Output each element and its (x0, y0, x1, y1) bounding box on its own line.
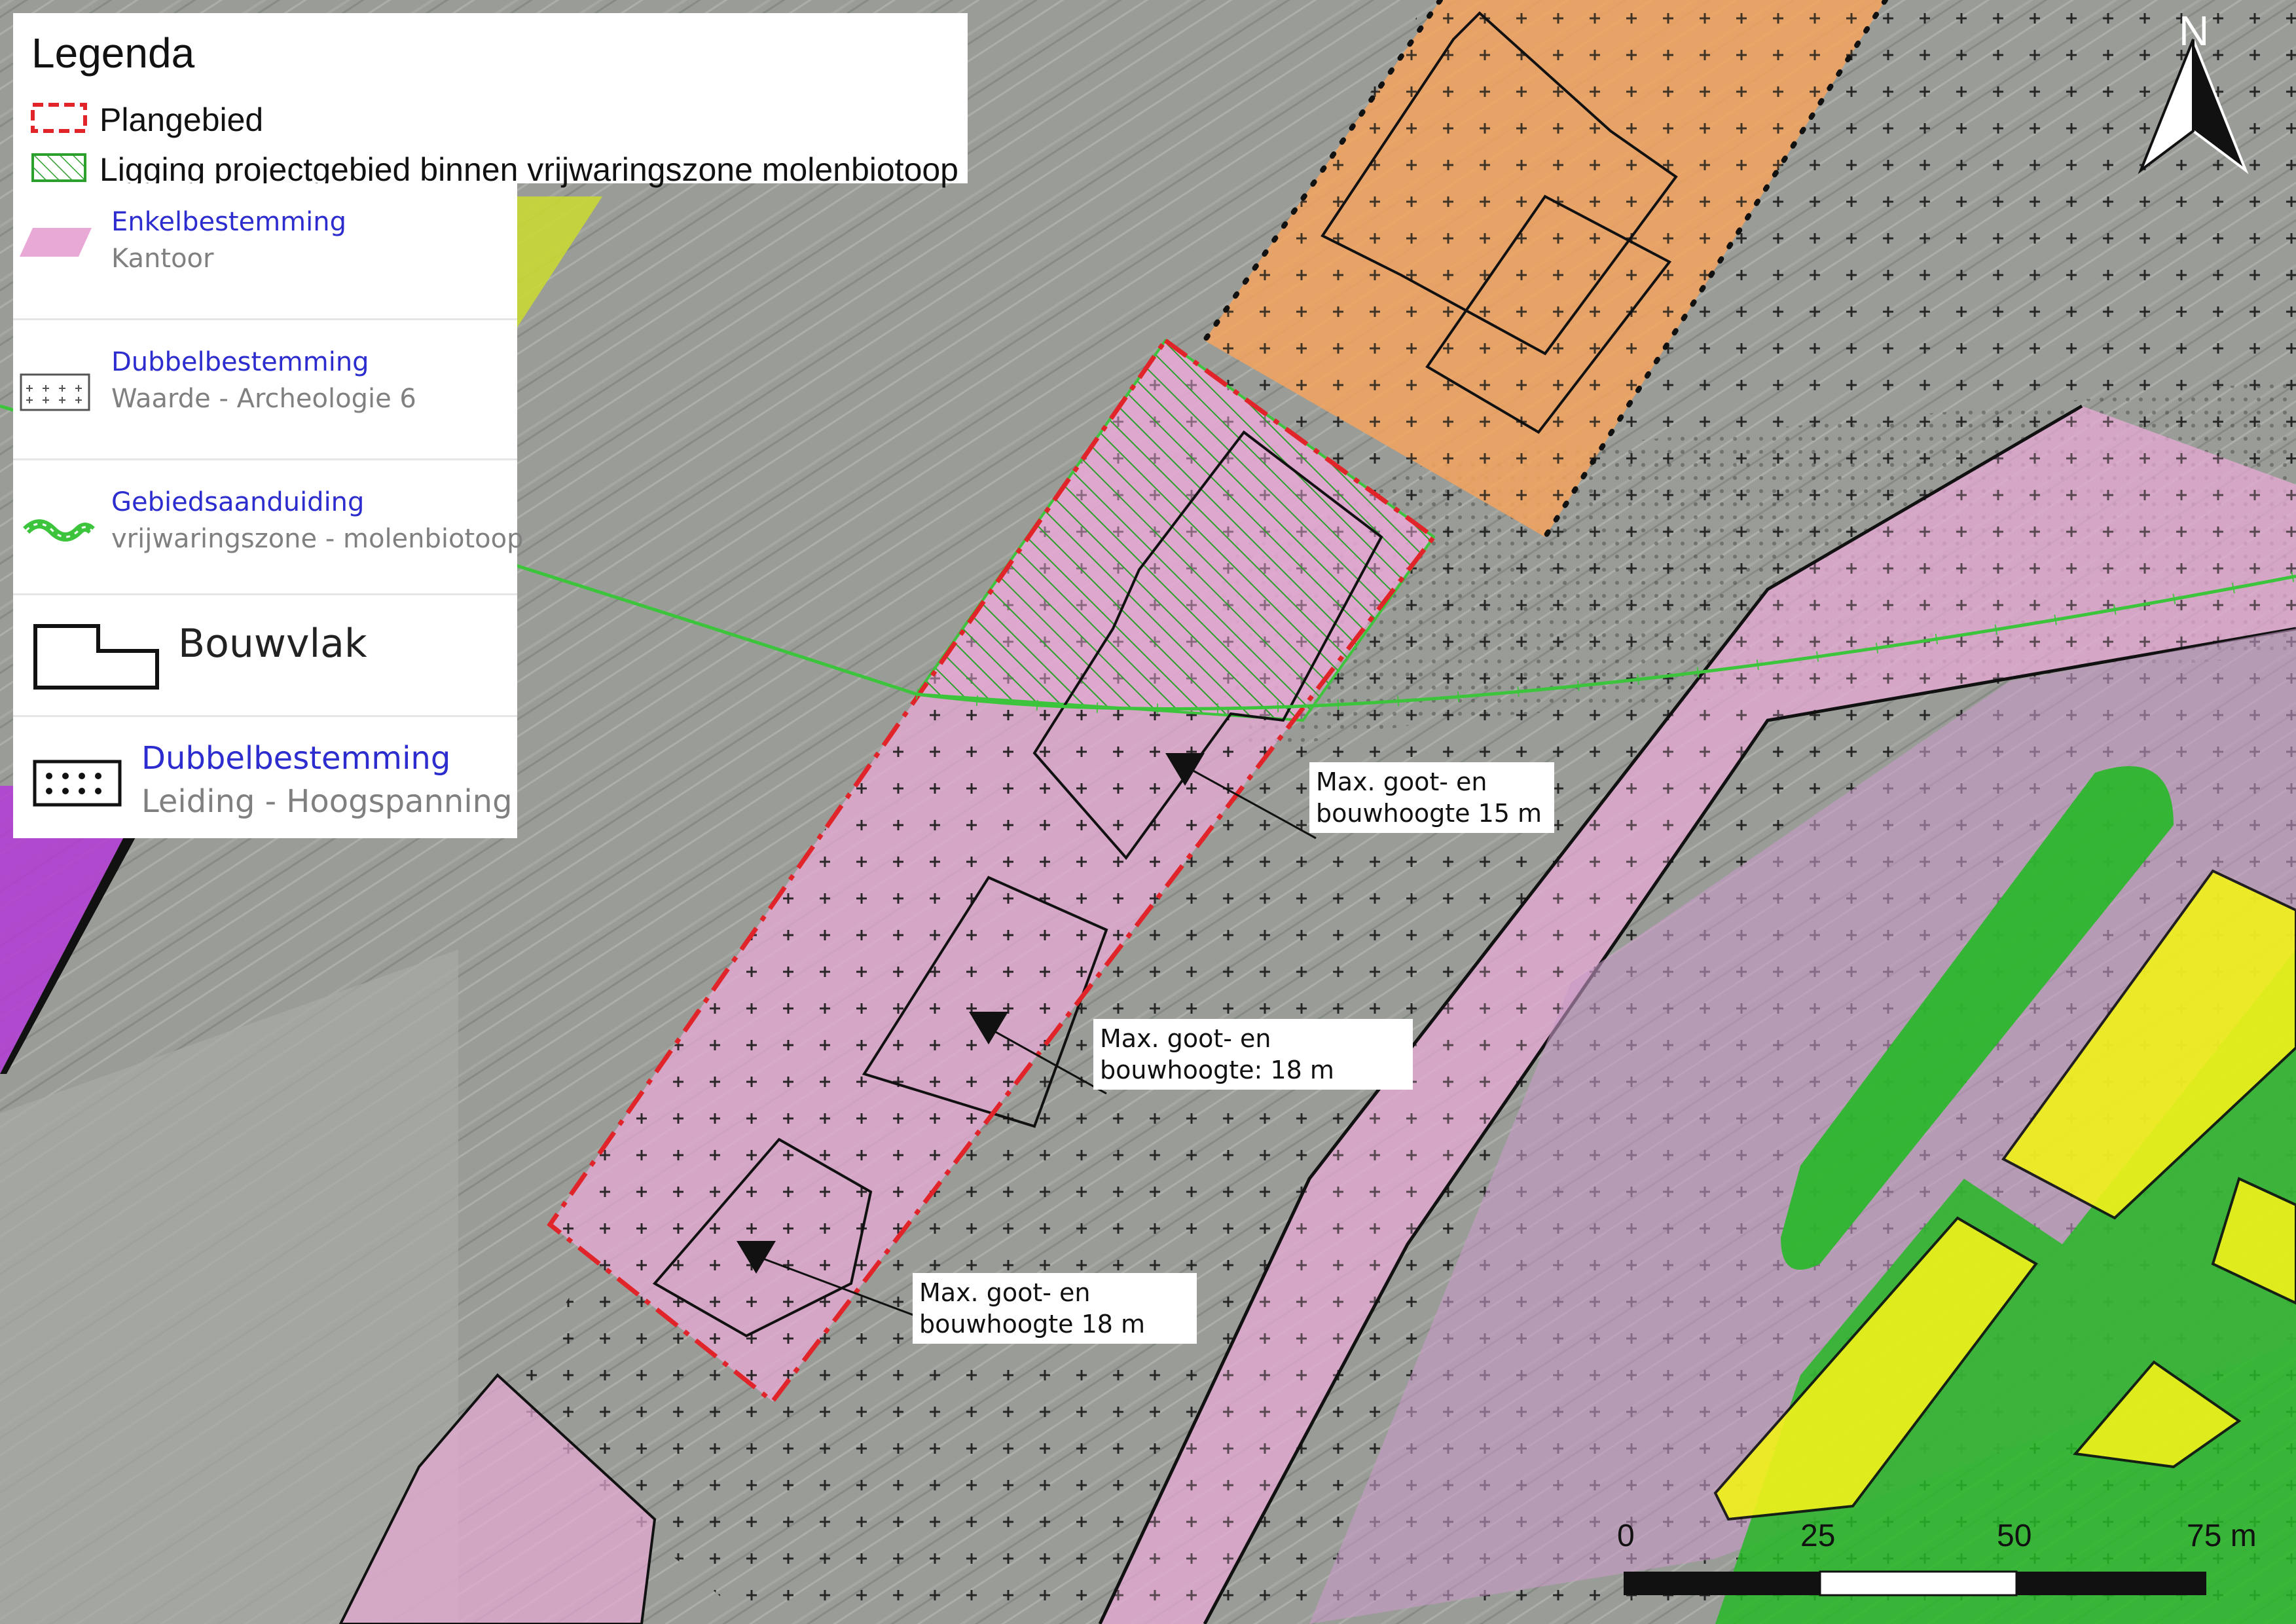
height-label-2-line1: Max. goot- en (1100, 1024, 1271, 1053)
legend-enkel-sub: Kantoor (111, 244, 214, 274)
height-label-3-line1: Max. goot- en (919, 1278, 1091, 1307)
scale-50: 50 (1997, 1519, 2032, 1553)
legend-panel: Legenda Plangebied Ligging projectgebied… (13, 13, 968, 188)
legend-dubbel2-title: Dubbelbestemming (141, 740, 451, 777)
molenbiotoop-swatch (23, 519, 95, 542)
scalebar-seg2 (1819, 1570, 2018, 1596)
legend-separator (13, 715, 517, 717)
legend-plangebied: Plangebied (100, 101, 264, 138)
north-label: N (2179, 7, 2210, 54)
height-label-3-line2: bouwhoogte 18 m (919, 1310, 1146, 1338)
height-label-2-line2: bouwhoogte: 18 m (1100, 1056, 1334, 1084)
plangebied-swatch (31, 103, 87, 133)
ligging-swatch (31, 153, 86, 182)
kantoor-swatch (20, 228, 92, 257)
scale-25: 25 (1800, 1519, 1836, 1553)
legend-separator (13, 318, 517, 320)
height-label-1: Max. goot- en bouwhoogte 15 m (1309, 762, 1554, 833)
legend-gebied-title: Gebiedsaanduiding (111, 487, 365, 517)
legend-gebied-sub: vrijwaringszone - molenbiotoop (111, 524, 524, 554)
legend-panel-details: Enkelbestemming Kantoor Dubbelbestemming… (13, 183, 524, 838)
scalebar-seg3 (2016, 1572, 2206, 1595)
scale-0: 0 (1617, 1519, 1635, 1553)
height-label-1-line2: bouwhoogte 15 m (1316, 799, 1542, 828)
legend-separator (13, 458, 517, 460)
legend-bouwvlak: Bouwvlak (178, 621, 367, 667)
hoogspanning-swatch (33, 760, 122, 807)
legend-dubbel2-sub: Leiding - Hoogspanning (141, 783, 513, 820)
height-label-2: Max. goot- en bouwhoogte: 18 m (1093, 1019, 1413, 1090)
height-label-1-line1: Max. goot- en (1316, 767, 1487, 796)
legend-separator (13, 593, 517, 595)
height-label-3: Max. goot- en bouwhoogte 18 m (913, 1273, 1197, 1344)
legend-dubbel-sub: Waarde - Archeologie 6 (111, 384, 416, 414)
archeologie-swatch (20, 373, 90, 411)
scalebar-seg1 (1624, 1572, 1820, 1595)
scale-75: 75 m (2187, 1519, 2257, 1553)
bouwvlak-swatch (33, 624, 159, 690)
legend-dubbel-title: Dubbelbestemming (111, 347, 369, 377)
legend-enkel-title: Enkelbestemming (111, 207, 347, 237)
legend-title: Legenda (31, 29, 195, 77)
